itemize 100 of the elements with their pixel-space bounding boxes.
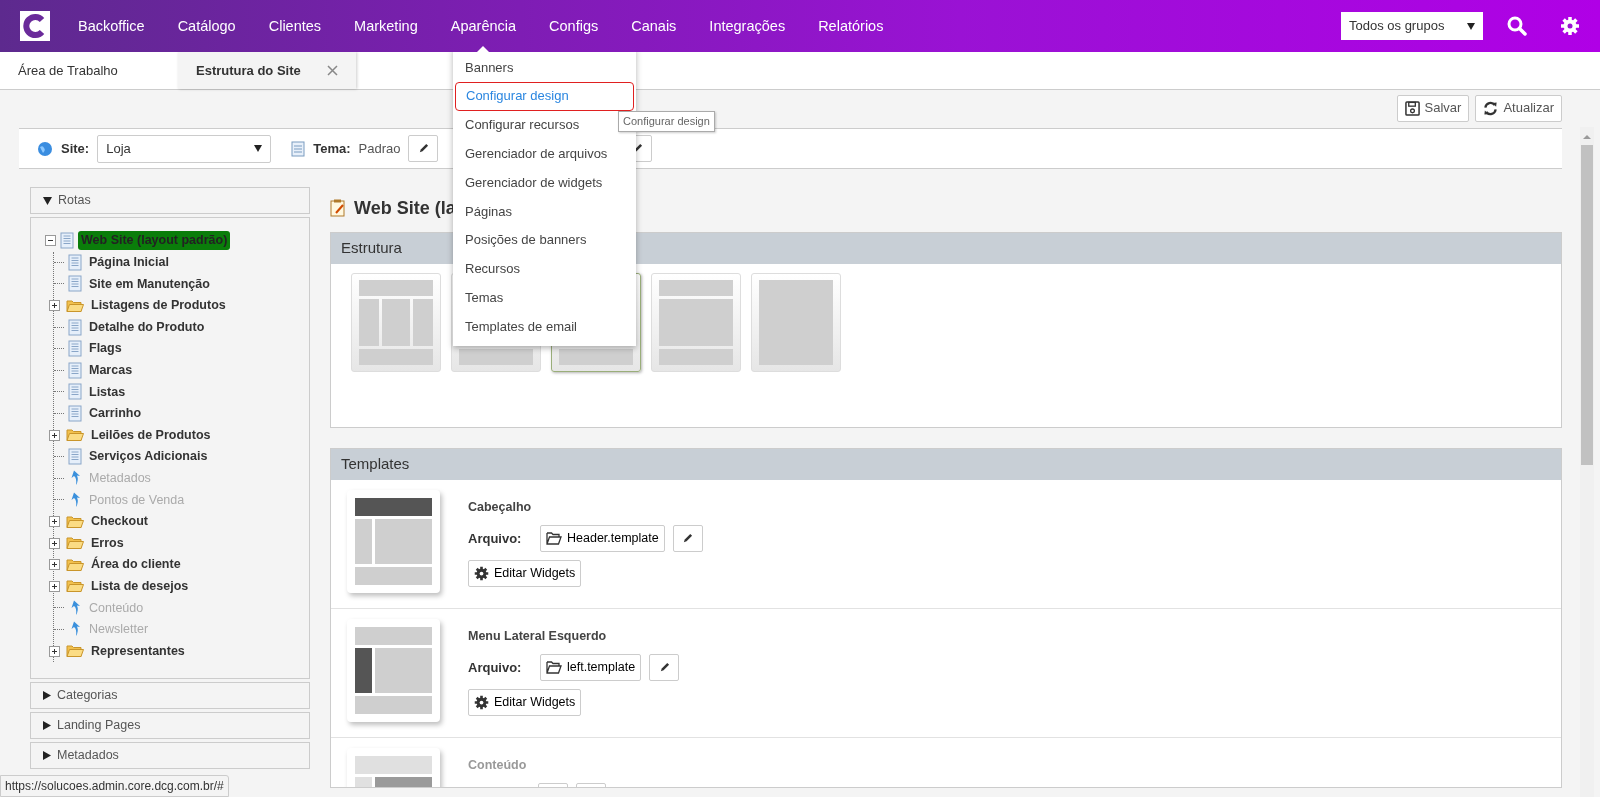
menu-item[interactable]: Recursos — [455, 254, 634, 284]
nav-link[interactable]: Relatórios — [818, 0, 884, 52]
site-select[interactable]: Loja — [97, 134, 272, 163]
expand-toggle-icon[interactable] — [49, 537, 60, 549]
file-button[interactable]: Header.template — [540, 524, 665, 552]
layout-thumbnail[interactable] — [351, 273, 441, 372]
close-icon[interactable] — [327, 65, 338, 76]
nav-link[interactable]: Marketing — [354, 0, 418, 52]
tree-item[interactable]: Listas — [86, 382, 129, 402]
tree-item[interactable]: Detalhe do Produto — [86, 317, 208, 337]
menu-item[interactable]: Gerenciador de widgets — [455, 168, 634, 197]
accordion-header[interactable]: Metadados — [30, 741, 310, 769]
status-bar-url: https://solucoes.admin.core.dcg.com.br/# — [0, 775, 229, 797]
folder-icon — [66, 644, 84, 659]
tree-item[interactable]: Área do cliente — [88, 555, 184, 575]
tree-item[interactable]: Checkout — [88, 512, 151, 531]
nav-link[interactable]: Aparência — [450, 0, 517, 52]
pencil-icon — [658, 661, 670, 673]
tree-item[interactable]: Representantes — [88, 641, 188, 661]
nav-link[interactable]: Catálogo — [177, 0, 236, 52]
page-icon — [68, 361, 82, 379]
settings-icon[interactable] — [1560, 16, 1580, 36]
edit-button[interactable] — [649, 653, 680, 681]
menu-item[interactable]: Posições de banners — [455, 225, 634, 255]
page-icon — [68, 340, 82, 358]
folder-icon — [66, 557, 84, 572]
site-label: Site: — [61, 139, 90, 158]
tree-item[interactable]: Site em Manutenção — [86, 274, 213, 294]
folder-icon — [66, 536, 84, 551]
nav-link[interactable]: Integrações — [709, 0, 786, 52]
caret-icon — [254, 145, 263, 152]
accordion-header[interactable]: Rotas — [30, 187, 310, 214]
page-icon — [68, 318, 82, 336]
gear-icon — [474, 694, 489, 710]
collapse-toggle-icon[interactable] — [45, 235, 56, 247]
tab[interactable]: Área de Trabalho — [0, 52, 178, 89]
nav-link[interactable]: Canais — [631, 0, 677, 52]
template-name: Menu Lateral Esquerdo — [468, 628, 608, 645]
tooltip: Configurar design — [618, 111, 715, 132]
tree-item[interactable]: Leilões de Produtos — [88, 425, 214, 445]
expand-toggle-icon[interactable] — [49, 516, 60, 527]
page-icon — [68, 275, 82, 293]
save-button[interactable]: Salvar — [1396, 94, 1470, 122]
menu-item[interactable]: Temas — [455, 283, 634, 313]
expand-toggle-icon[interactable] — [49, 559, 60, 571]
menu-item[interactable]: Banners — [455, 53, 634, 82]
refresh-icon — [1483, 100, 1499, 116]
menu-item[interactable]: Gerenciador de arquivos — [455, 139, 634, 169]
layout-thumbnail[interactable] — [751, 273, 841, 372]
nav-link[interactable]: Clientes — [268, 0, 322, 52]
clipboard-icon — [330, 199, 346, 217]
accordion-header[interactable]: Categorias — [30, 681, 310, 709]
page-icon — [60, 232, 74, 250]
menu-item[interactable]: Templates de email — [455, 312, 634, 341]
file-label: Arquivo: — [468, 658, 523, 677]
page-icon — [68, 383, 82, 401]
tree-item[interactable]: Carrinho — [86, 404, 145, 423]
layout-thumbnail[interactable] — [651, 273, 741, 372]
tree-item[interactable]: Erros — [88, 533, 127, 553]
accordion-header[interactable]: Landing Pages — [30, 711, 310, 739]
nav-link[interactable]: Configs — [549, 0, 599, 52]
refresh-button[interactable]: Atualizar — [1475, 94, 1562, 122]
folder-icon — [66, 579, 84, 594]
menu-item[interactable]: Configurar design — [455, 81, 634, 111]
edit-widgets-button[interactable]: Editar Widgets — [468, 559, 582, 587]
nav-link[interactable]: Backoffice — [78, 0, 145, 52]
edit-theme-button[interactable] — [408, 135, 439, 162]
caret-icon — [43, 750, 51, 760]
caret-icon — [43, 720, 51, 730]
group-select[interactable]: Todos os grupos — [1341, 12, 1483, 40]
pencil-icon — [417, 143, 429, 154]
theme-label: Tema: — [313, 139, 351, 158]
tree-item[interactable]: Marcas — [86, 361, 136, 380]
page-icon — [68, 405, 82, 423]
gear-icon — [474, 565, 489, 581]
tree-item[interactable]: Lista de desejos — [88, 576, 192, 596]
pencil-icon — [682, 532, 694, 544]
expand-toggle-icon[interactable] — [49, 645, 60, 657]
template-name: Cabeçalho — [468, 499, 533, 516]
document-icon — [291, 140, 306, 157]
page-icon — [68, 253, 82, 271]
tab[interactable]: Estrutura do Site — [178, 52, 356, 89]
expand-toggle-icon[interactable] — [49, 429, 60, 441]
folder-icon — [546, 660, 562, 674]
folder-icon — [546, 531, 562, 545]
folder-icon — [66, 298, 84, 313]
tree-item[interactable]: Listagens de Produtos — [88, 296, 229, 315]
edit-button[interactable] — [672, 524, 703, 552]
tree-item[interactable]: Flags — [86, 339, 125, 359]
folder-icon — [66, 428, 84, 443]
file-button[interactable]: left.template — [540, 653, 642, 681]
scrollbar[interactable] — [1580, 127, 1594, 797]
search-icon[interactable] — [1507, 16, 1527, 36]
expand-toggle-icon[interactable] — [49, 580, 60, 592]
logo-icon — [20, 11, 50, 41]
tree-item[interactable]: Serviços Adicionais — [86, 447, 211, 467]
edit-widgets-button[interactable]: Editar Widgets — [468, 688, 582, 716]
tree-item[interactable]: Página Inicial — [86, 253, 172, 272]
expand-toggle-icon[interactable] — [49, 300, 60, 312]
menu-item[interactable]: Páginas — [455, 197, 634, 226]
